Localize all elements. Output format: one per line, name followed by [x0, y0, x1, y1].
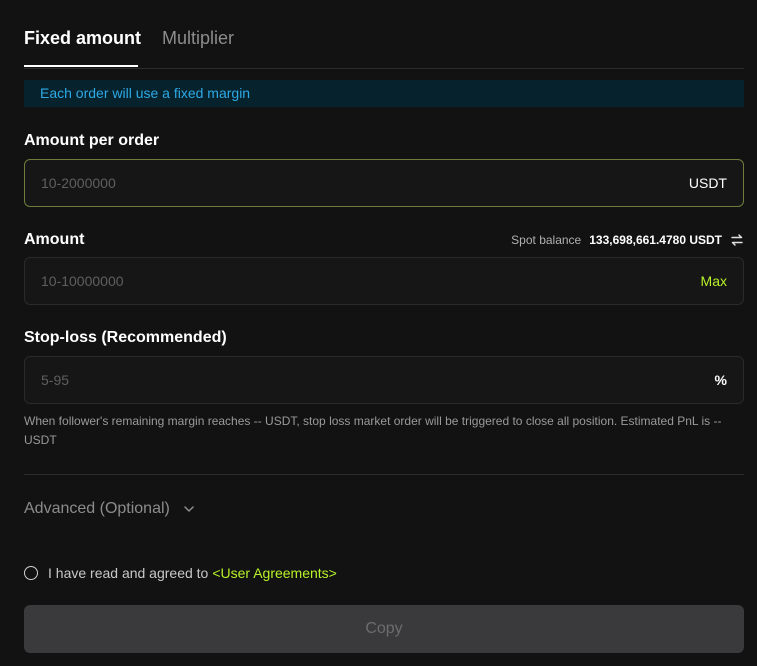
agreement-row: I have read and agreed to <User Agreemen…: [24, 563, 337, 583]
stop-loss-note: When follower's remaining margin reaches…: [24, 414, 722, 447]
amount-per-order-label: Amount per order: [24, 132, 160, 149]
amount-field: Max: [24, 257, 744, 305]
stop-loss-input[interactable]: [41, 357, 641, 403]
spot-balance-label: Spot balance: [511, 233, 582, 247]
amount-per-order-unit: USDT: [688, 175, 727, 191]
amount-label: Amount: [24, 231, 85, 248]
advanced-toggle[interactable]: Advanced (Optional): [24, 498, 196, 520]
amount-per-order-input[interactable]: [41, 160, 641, 206]
swap-arrows-icon[interactable]: [730, 233, 744, 247]
stop-loss-field: %: [24, 356, 744, 404]
max-button[interactable]: Max: [701, 258, 727, 304]
spot-balance: Spot balance 133,698,661.4780 USDT: [511, 232, 744, 248]
advanced-label: Advanced (Optional): [24, 500, 170, 517]
tab-multiplier[interactable]: Multiplier: [162, 27, 234, 49]
copy-button[interactable]: Copy: [24, 605, 744, 653]
chevron-down-icon: [182, 502, 196, 516]
amount-per-order-field: USDT: [24, 159, 744, 207]
info-banner: Each order will use a fixed margin: [24, 80, 744, 107]
user-agreements-link[interactable]: <User Agreements>: [212, 565, 337, 581]
stop-loss-unit: %: [714, 372, 727, 388]
amount-input[interactable]: [41, 258, 641, 304]
tab-fixed-amount[interactable]: Fixed amount: [24, 27, 141, 49]
section-divider: [24, 474, 744, 475]
agreement-radio[interactable]: [24, 566, 38, 580]
agreement-text: I have read and agreed to: [48, 565, 209, 581]
spot-balance-value: 133,698,661.4780 USDT: [589, 233, 722, 247]
active-tab-indicator: [24, 65, 138, 67]
stop-loss-label: Stop-loss (Recommended): [24, 329, 227, 346]
mode-tabs: Fixed amount Multiplier: [24, 0, 744, 69]
